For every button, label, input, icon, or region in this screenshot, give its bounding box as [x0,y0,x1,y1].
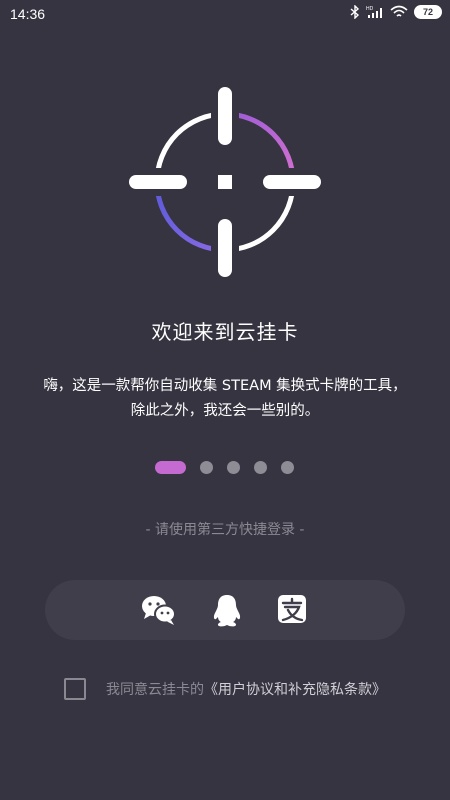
agreement-checkbox[interactable] [64,678,86,700]
agreement-row: 我同意云挂卡的 《用户协议和补充隐私条款》 [64,678,386,700]
page-dot[interactable] [254,461,267,474]
page-indicator [155,461,294,474]
third-party-login-bar [45,580,405,640]
bluetooth-icon [350,5,360,19]
wechat-login-button[interactable] [141,594,176,626]
welcome-title: 欢迎来到云挂卡 [151,320,299,344]
agreement-prefix: 我同意云挂卡的 [106,682,204,698]
page-dot[interactable] [200,461,213,474]
hd-signal-icon: HD [366,5,384,19]
status-icons: HD 72 [350,5,442,19]
qq-login-button[interactable] [210,594,244,627]
wifi-icon [390,5,408,19]
page-dot-active[interactable] [155,461,186,474]
battery-icon: 72 [414,5,442,19]
qq-icon [213,595,241,627]
page-dot[interactable] [227,461,240,474]
alipay-login-button[interactable] [277,594,311,626]
alipay-icon [278,595,306,623]
page-dot[interactable] [281,461,294,474]
svg-text:HD: HD [366,6,374,12]
agreement-link[interactable]: 《用户协议和补充隐私条款》 [204,679,386,699]
status-bar: 14:36 HD 72 [0,0,450,30]
status-time: 14:36 [10,6,46,22]
intro-description: 嗨，这是一款帮你自动收集 STEAM 集换式卡牌的工具，除此之外，我还会一些别的… [43,378,407,419]
third-party-login-label: - 请使用第三方快捷登录 - [145,522,305,538]
wechat-icon [142,596,176,625]
welcome-screen: 14:36 HD 72 欢迎来到云挂卡 嗨，这是一款帮你自动收集 STEAM 集… [0,0,450,800]
crosshair-logo-icon [125,85,325,280]
